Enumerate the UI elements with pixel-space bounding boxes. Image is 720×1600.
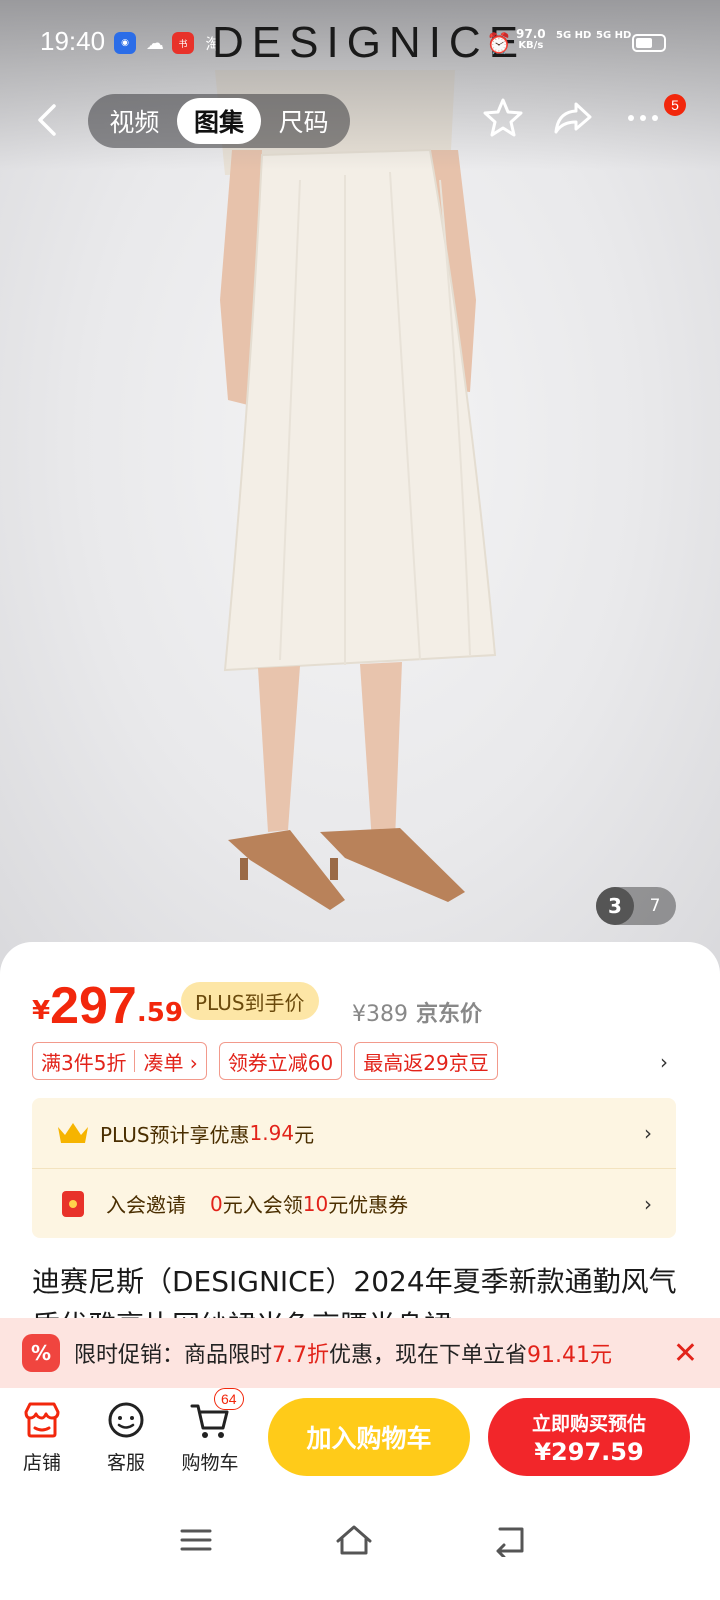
baidu-icon: ◉ [114, 32, 136, 54]
store-icon [24, 1402, 60, 1438]
star-icon [483, 98, 523, 137]
invite-label: 入会邀请 [106, 1193, 186, 1217]
message-badge: 5 [664, 94, 686, 116]
status-time: 19:40 [40, 26, 106, 56]
back-button[interactable] [28, 100, 68, 140]
battery-icon [632, 34, 666, 52]
net-speed-value: 97.0 [516, 27, 546, 41]
cart-button[interactable]: 购物车 [172, 1398, 248, 1475]
product-image[interactable]: 19:40 ◉ ☁ 书 淘 DESIGNICE ⏰ 97.0 KB/s 5G H… [0, 0, 720, 980]
plus-card: PLUS预计享优惠 1.94 元 › 入会邀请 0 元入会领 10 元优惠券 › [32, 1098, 676, 1238]
promo-chip-coupon[interactable]: 领券立减60 [218, 1042, 343, 1080]
home-button[interactable] [324, 1510, 384, 1570]
media-tabs: 视频 图集 尺码 [88, 94, 350, 148]
promo-banner-discount: 7.7折 [272, 1343, 330, 1368]
gallery-total: 7 [649, 896, 661, 916]
cart-label: 购物车 [181, 1452, 239, 1474]
net-speed-unit: KB/s [518, 40, 544, 51]
bottom-action-bar: 店铺 客服 购物车 64 加入购物车 立即购买预估 ¥297.59 [0, 1388, 720, 1488]
chevron-left-icon [38, 104, 56, 136]
promotion-chips: 满3件5折 凑单 › 领券立减60 最高返29京豆 [32, 1042, 498, 1082]
xiaohongshu-icon: 书 [172, 32, 194, 54]
chevron-right-icon: › [644, 1121, 652, 1145]
invite-value-1: 0 [210, 1191, 223, 1216]
add-to-cart-button[interactable]: 加入购物车 [268, 1398, 470, 1476]
tab-size[interactable]: 尺码 [261, 98, 346, 144]
invite-value-2: 10 [302, 1191, 329, 1216]
customer-service-button[interactable]: 客服 [88, 1398, 164, 1475]
service-icon [108, 1402, 144, 1438]
net-speed: 97.0 KB/s [516, 28, 546, 52]
buy-now-label: 立即购买预估 [531, 1412, 646, 1435]
status-bar: 19:40 ◉ ☁ 书 淘 DESIGNICE ⏰ 97.0 KB/s 5G H… [0, 18, 720, 67]
store-label: 店铺 [22, 1452, 61, 1474]
price-currency: ¥ [32, 996, 51, 1026]
service-label: 客服 [106, 1452, 145, 1474]
cart-count-badge: 64 [214, 1388, 244, 1410]
plus-discount-unit: 元 [294, 1122, 315, 1147]
price-decimal: .59 [136, 998, 183, 1028]
gallery-counter: 3 7 [596, 887, 676, 925]
tab-video[interactable]: 视频 [92, 98, 177, 144]
plus-discount-text: PLUS预计享优惠 [100, 1122, 250, 1147]
promo-banner-mid: 优惠，现在下单立省 [329, 1343, 528, 1368]
buy-now-button[interactable]: 立即购买预估 ¥297.59 [488, 1398, 690, 1476]
buy-now-price: ¥297.59 [534, 1437, 644, 1466]
recent-apps-button[interactable] [166, 1510, 226, 1570]
promo-banner-label: 限时促销：商品限时 [74, 1343, 273, 1368]
home-icon [336, 1525, 372, 1555]
promo-chip-jingdou[interactable]: 最高返29京豆 [354, 1042, 498, 1080]
sim1-signal: 5G HD [556, 30, 592, 41]
plus-price-tag[interactable]: PLUS到手价 [181, 982, 319, 1020]
promo-bundle-link: 凑单 › [143, 1050, 198, 1075]
store-button[interactable]: 店铺 [4, 1398, 80, 1475]
price: ¥ 297 .59 [32, 976, 183, 1032]
chevron-right-icon: › [644, 1191, 652, 1216]
system-navigation-bar [0, 1488, 720, 1600]
invite-text-2: 元优惠券 [328, 1193, 409, 1217]
menu-icon [180, 1529, 212, 1551]
tab-gallery[interactable]: 图集 [176, 98, 262, 144]
share-icon [554, 102, 592, 134]
alarm-icon: ⏰ [486, 31, 512, 55]
promo-chip-bundle[interactable]: 满3件5折 凑单 › [32, 1042, 207, 1080]
promotions-more-chevron[interactable]: › [660, 1050, 668, 1074]
close-icon[interactable]: ✕ [673, 1336, 698, 1371]
membership-invite-row[interactable]: 入会邀请 0 元入会领 10 元优惠券 › [32, 1168, 676, 1238]
favorite-button[interactable] [482, 96, 530, 144]
original-price: ¥389 京东价 [352, 996, 482, 1028]
gallery-current: 3 [596, 887, 634, 925]
brand-watermark: DESIGNICE [212, 18, 527, 67]
plus-discount-row[interactable]: PLUS预计享优惠 1.94 元 › [32, 1098, 676, 1168]
original-price-label: 京东价 [416, 1002, 483, 1027]
system-back-button[interactable] [480, 1510, 540, 1570]
promo-banner-save: 91.41元 [527, 1343, 613, 1368]
promo-bundle-text: 满3件5折 [41, 1050, 127, 1075]
price-integer: 297 [50, 977, 137, 1035]
share-button[interactable] [552, 96, 600, 144]
more-button[interactable] [622, 96, 670, 144]
red-packet-icon [62, 1190, 84, 1217]
promo-banner[interactable]: % 限时促销：商品限时 7.7折 优惠，现在下单立省 91.41元 ✕ [0, 1318, 720, 1388]
chat-icon: ☁ [146, 32, 164, 54]
sim2-signal: 5G HD [596, 30, 632, 41]
back-arrow-icon [496, 1527, 524, 1557]
crown-icon [58, 1123, 88, 1143]
more-dots-icon [628, 115, 658, 121]
discount-icon: % [22, 1334, 60, 1372]
plus-discount-value: 1.94 [249, 1121, 295, 1145]
invite-text-1: 元入会领 [222, 1193, 303, 1217]
original-price-value: ¥389 [352, 1002, 408, 1027]
